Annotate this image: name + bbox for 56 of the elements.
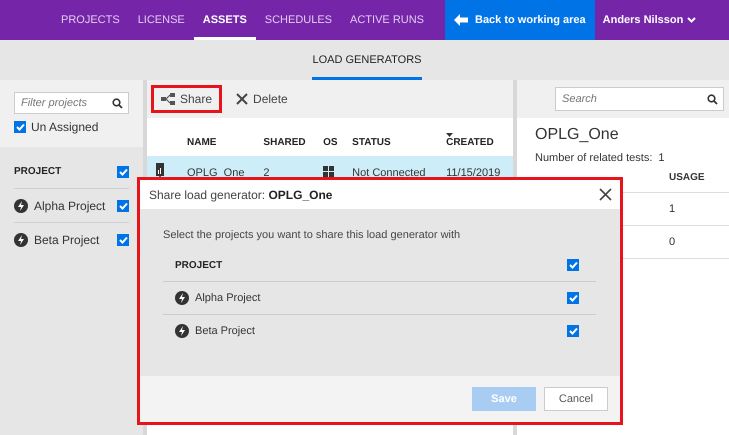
bolt-icon (14, 198, 28, 212)
search-field[interactable]: Search (555, 87, 724, 111)
user-menu[interactable]: Anders Nilsson (594, 0, 704, 40)
bolt-icon (175, 291, 189, 305)
project-name: Beta Project (195, 325, 255, 337)
close-icon[interactable] (599, 188, 612, 201)
share-icon (161, 93, 175, 105)
table-cell: OPLG_One (181, 156, 258, 190)
nav-tab[interactable]: ASSETS (194, 0, 256, 40)
delete-button[interactable]: Delete (226, 85, 298, 113)
column-header[interactable]: CREATED (446, 137, 507, 148)
search-icon[interactable] (112, 98, 123, 109)
sort-icon[interactable] (446, 133, 454, 137)
project-name: Beta Project (34, 232, 100, 246)
chevron-down-icon (687, 17, 696, 23)
nav-tab[interactable]: PROJECTS (52, 0, 129, 40)
nav-tab[interactable]: LICENSE (128, 0, 194, 40)
checkbox-label: Un Assigned (31, 120, 98, 134)
column-header[interactable]: STATUS (352, 137, 391, 148)
table-cell: 11/15/2019 (440, 156, 513, 190)
table-cell: Not Connected (346, 156, 440, 190)
table-cell: 2 (257, 156, 318, 190)
share-button[interactable]: Share (151, 85, 222, 113)
nav-tab[interactable]: ACTIVE RUNS (341, 0, 433, 40)
checkbox[interactable] (117, 166, 129, 178)
column-header[interactable]: NAME (187, 137, 216, 148)
checkbox[interactable] (117, 234, 129, 246)
column-header[interactable]: OS (323, 137, 338, 148)
checkbox[interactable] (14, 121, 26, 133)
related-tests-label: Number of related tests: (535, 152, 652, 164)
search-icon[interactable] (707, 94, 718, 105)
column-header: PROJECT (175, 260, 222, 270)
table-cell: 0 (669, 236, 676, 248)
project-name: Alpha Project (34, 198, 106, 212)
checkbox[interactable] (567, 292, 579, 304)
related-tests-count: 1 (658, 152, 665, 164)
windows-icon (323, 166, 334, 177)
bolt-icon (175, 324, 189, 338)
cancel-button[interactable]: Cancel (544, 387, 608, 411)
column-header: USAGE (669, 172, 705, 183)
close-icon (236, 93, 248, 105)
column-header: PROJECT (14, 166, 62, 177)
details-title: OPLG_One (535, 126, 620, 144)
column-header[interactable]: SHARED (263, 137, 306, 148)
instruction-text: Select the projects you want to share this load generator with (163, 229, 462, 241)
table-cell: 1 (669, 203, 676, 215)
checkbox[interactable] (117, 200, 129, 212)
checkbox[interactable] (567, 325, 579, 337)
back-button[interactable]: Back to working area (445, 0, 595, 40)
bolt-icon (14, 232, 28, 246)
nav-tab[interactable]: SCHEDULES (256, 0, 342, 40)
checkbox[interactable] (567, 259, 579, 271)
dialog-title: Share load generator: OPLG_One (149, 188, 332, 202)
arrow-left-icon (454, 14, 468, 26)
project-name: Alpha Project (195, 292, 260, 304)
filter-field[interactable]: Filter projects (14, 92, 129, 114)
